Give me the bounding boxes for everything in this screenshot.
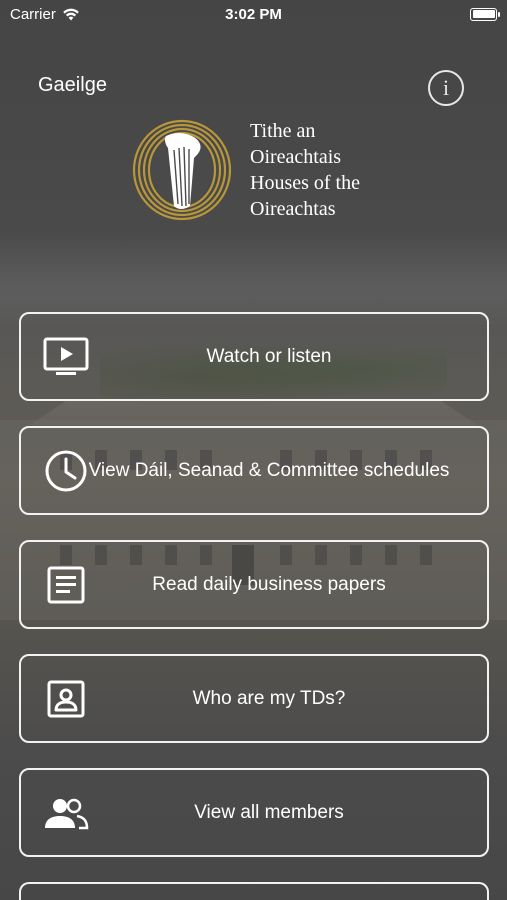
harp-emblem-icon	[132, 119, 232, 221]
menu-item-label: Who are my TDs?	[192, 687, 346, 709]
contact-card-icon	[43, 676, 89, 722]
document-icon	[43, 562, 89, 608]
read-business-papers-button[interactable]: Read daily business papers	[19, 540, 489, 629]
view-all-members-button[interactable]: View all members	[19, 768, 489, 857]
logo-line: Tithe an	[250, 120, 316, 142]
watch-or-listen-button[interactable]: Watch or listen	[19, 312, 489, 401]
main-menu: Watch or listen View Dáil, Seanad & Comm…	[19, 312, 489, 900]
battery-icon	[470, 7, 500, 21]
logo-line: Houses of the	[250, 172, 360, 194]
info-icon: i	[442, 75, 450, 100]
language-toggle-link[interactable]: Gaeilge	[38, 74, 107, 97]
carrier-label: Carrier	[10, 5, 56, 23]
tv-play-icon	[43, 334, 89, 380]
menu-item-label: View all members	[194, 801, 344, 823]
clock-icon	[43, 448, 89, 494]
logo-line: Oireachtais	[250, 146, 342, 168]
status-bar: Carrier 3:02 PM	[0, 0, 507, 28]
oireachtas-logo: Tithe an Oireachtais Houses of the Oirea…	[130, 118, 390, 226]
info-button[interactable]: i	[428, 70, 464, 106]
logo-line: Oireachtas	[250, 198, 336, 220]
more-menu-button[interactable]	[19, 882, 489, 900]
menu-item-label: View Dáil, Seanad & Committee schedules	[88, 459, 450, 481]
menu-item-label: Read daily business papers	[152, 573, 386, 595]
view-schedules-button[interactable]: View Dáil, Seanad & Committee schedules	[19, 426, 489, 515]
menu-item-label: Watch or listen	[206, 345, 332, 367]
group-icon	[43, 790, 89, 836]
logo-wordmark: Tithe an Oireachtais Houses of the Oirea…	[250, 118, 360, 222]
wifi-icon	[63, 8, 79, 20]
who-are-my-tds-button[interactable]: Who are my TDs?	[19, 654, 489, 743]
